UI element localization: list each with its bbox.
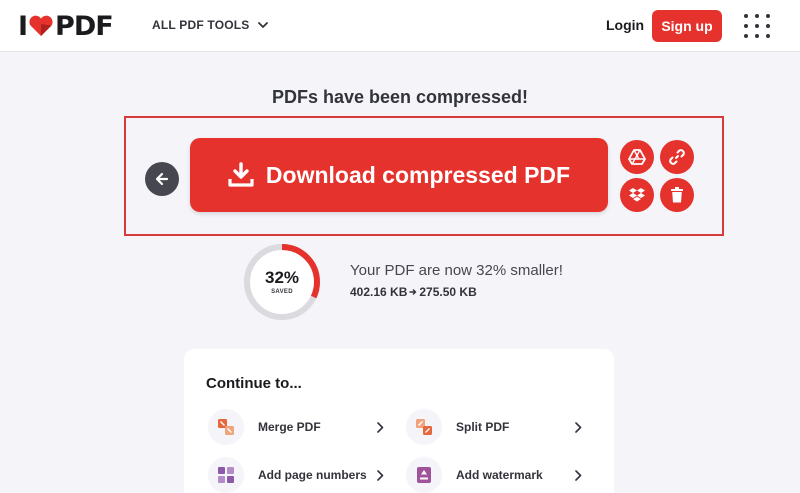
- top-navigation-bar: I PDF ALL PDF TOOLS Login Sign up: [0, 0, 800, 52]
- share-link-button[interactable]: [660, 140, 694, 174]
- download-icon: [228, 162, 254, 187]
- logo-text-pdf: PDF: [55, 10, 114, 42]
- add-page-numbers-link[interactable]: Add page numbers: [208, 457, 388, 493]
- split-pdf-link[interactable]: Split PDF: [406, 409, 586, 445]
- ilovepdf-logo[interactable]: I PDF: [18, 10, 114, 42]
- save-to-google-drive-button[interactable]: [620, 140, 654, 174]
- page-numbers-icon: [218, 467, 234, 483]
- merge-pdf-icon: [218, 419, 234, 435]
- continue-to-card: Continue to... Merge PDF Split PDF Add p…: [184, 349, 614, 493]
- split-pdf-label: Split PDF: [456, 420, 510, 434]
- chevron-right-icon: [575, 421, 582, 433]
- dropbox-icon: [629, 188, 645, 202]
- continue-title: Continue to...: [206, 375, 302, 392]
- chevron-right-icon: [377, 469, 384, 481]
- percent-saved-value: 32%: [264, 268, 300, 287]
- arrow-right-icon: [409, 289, 417, 295]
- all-pdf-tools-menu[interactable]: ALL PDF TOOLS: [152, 18, 268, 32]
- arrow-left-icon: [155, 172, 169, 186]
- chevron-right-icon: [575, 469, 582, 481]
- add-watermark-label: Add watermark: [456, 468, 543, 482]
- download-button-label: Download compressed PDF: [265, 161, 571, 188]
- google-drive-icon: [628, 149, 646, 165]
- sign-up-button[interactable]: Sign up: [652, 10, 722, 42]
- download-compressed-pdf-button[interactable]: Download compressed PDF: [190, 138, 608, 212]
- trash-icon: [671, 187, 683, 203]
- file-size-comparison: 402.16 KB 275.50 KB: [350, 285, 477, 299]
- login-link[interactable]: Login: [606, 17, 644, 33]
- heart-icon: [29, 15, 53, 36]
- apps-menu-icon[interactable]: [744, 14, 770, 38]
- link-icon: [669, 149, 685, 165]
- delete-button[interactable]: [660, 178, 694, 212]
- merge-pdf-label: Merge PDF: [258, 420, 321, 434]
- logo-text-i: I: [18, 10, 28, 42]
- add-watermark-link[interactable]: Add watermark: [406, 457, 586, 493]
- chevron-down-icon: [257, 21, 268, 28]
- page-title: PDFs have been compressed!: [271, 87, 529, 107]
- saved-label: SAVED: [271, 289, 293, 295]
- size-reduction-message: Your PDF are now 32% smaller!: [350, 262, 563, 279]
- chevron-right-icon: [377, 421, 384, 433]
- merge-pdf-link[interactable]: Merge PDF: [208, 409, 388, 445]
- save-to-dropbox-button[interactable]: [620, 178, 654, 212]
- add-page-numbers-label: Add page numbers: [258, 468, 367, 482]
- compressed-size: 275.50 KB: [419, 285, 477, 299]
- original-size: 402.16 KB: [350, 285, 408, 299]
- split-pdf-icon: [416, 419, 432, 435]
- watermark-icon: [417, 467, 431, 483]
- back-button[interactable]: [145, 162, 179, 196]
- all-pdf-tools-label: ALL PDF TOOLS: [152, 18, 250, 32]
